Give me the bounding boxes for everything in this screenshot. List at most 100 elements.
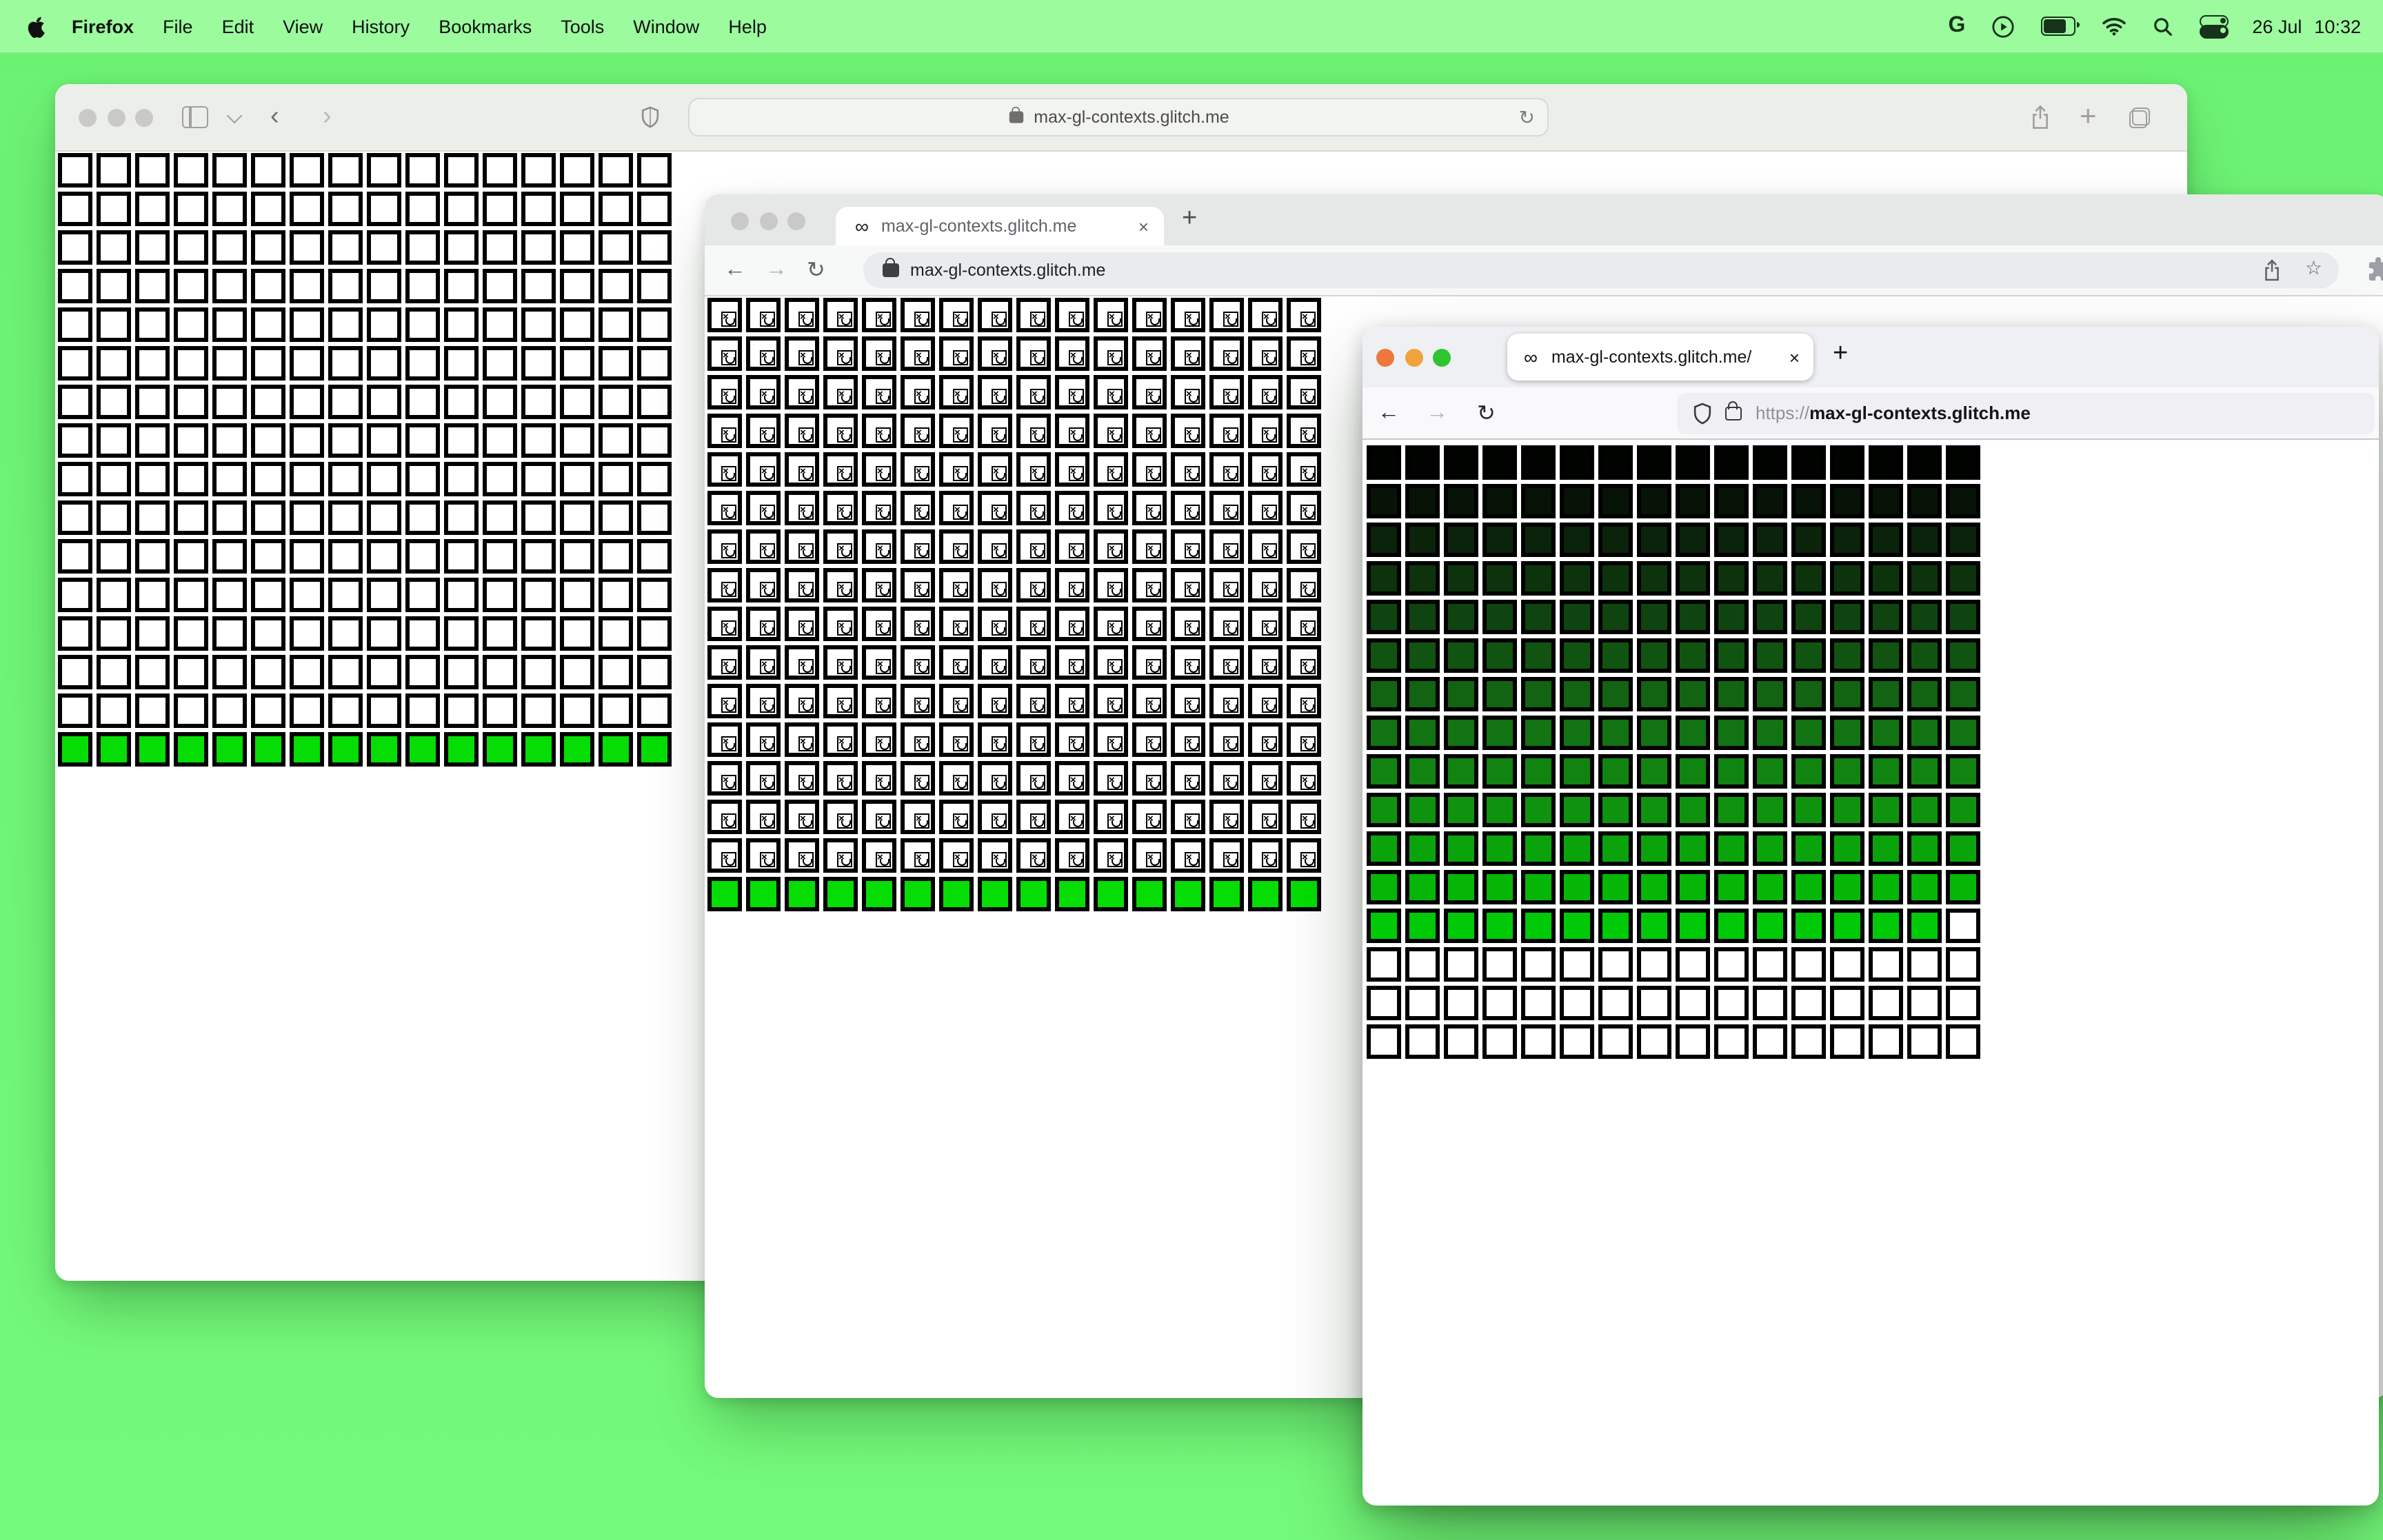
menu-item-window[interactable]: Window — [633, 16, 699, 37]
new-tab-icon[interactable]: + — [2080, 84, 2097, 150]
forward-icon[interactable]: → — [765, 245, 787, 295]
grid-cell — [290, 346, 324, 381]
menu-item-file[interactable]: File — [163, 16, 193, 37]
menu-item-history[interactable]: History — [352, 16, 410, 37]
forward-icon[interactable]: › — [323, 84, 332, 150]
grid-cell: × — [823, 375, 858, 409]
close-button[interactable] — [1376, 348, 1394, 366]
broken-image-icon: × — [914, 464, 929, 481]
grid-cell: × — [707, 298, 742, 332]
chrome-address-bar[interactable]: max-gl-contexts.glitch.me ☆ — [863, 252, 2339, 288]
grid-cell — [1482, 947, 1517, 982]
grid-cell — [1791, 909, 1826, 943]
grid-cell — [444, 616, 479, 651]
grid-cell — [1521, 716, 1556, 750]
back-icon[interactable]: ← — [1378, 387, 1400, 438]
grid-cell: × — [862, 645, 896, 680]
broken-image-icon: × — [1300, 696, 1316, 713]
broken-image-icon: × — [1184, 850, 1200, 867]
grid-cell — [135, 500, 170, 535]
broken-image-icon: × — [759, 850, 775, 867]
wifi-icon[interactable] — [2102, 17, 2126, 36]
grid-cell — [251, 732, 285, 767]
grid-cell — [1791, 484, 1826, 518]
grid-cell — [1907, 638, 1942, 673]
broken-image-icon: × — [1145, 310, 1161, 327]
broken-image-icon: × — [1068, 618, 1084, 636]
zoom-button[interactable] — [1433, 348, 1451, 366]
sidebar-icon[interactable] — [182, 84, 208, 150]
battery-icon[interactable] — [2041, 17, 2080, 36]
menu-item-bookmarks[interactable]: Bookmarks — [439, 16, 532, 37]
grid-cell — [135, 192, 170, 226]
menu-item-tools[interactable]: Tools — [561, 16, 604, 37]
control-center-icon[interactable] — [2200, 14, 2229, 38]
shield-icon[interactable] — [1693, 402, 1711, 424]
grid-cell — [1482, 986, 1517, 1020]
menu-app-name[interactable]: Firefox — [72, 16, 134, 37]
broken-image-icon: × — [1261, 696, 1277, 713]
menu-item-help[interactable]: Help — [728, 16, 767, 37]
google-status-icon[interactable]: G — [1948, 14, 1965, 39]
grid-cell: × — [1132, 298, 1167, 332]
grid-cell — [1753, 484, 1787, 518]
firefox-address-bar[interactable]: https://max-gl-contexts.glitch.me — [1677, 392, 2375, 434]
zoom-button[interactable] — [135, 108, 153, 126]
close-button[interactable] — [79, 108, 97, 126]
tab-overview-icon[interactable] — [2129, 84, 2150, 150]
grid-cell: × — [1132, 452, 1167, 487]
grid-cell — [405, 307, 440, 342]
broken-image-icon: × — [875, 464, 891, 481]
new-tab-button[interactable]: + — [1182, 204, 1197, 234]
minimize-button[interactable] — [1405, 348, 1422, 366]
grid-cell: × — [1248, 568, 1283, 602]
tab-close-icon[interactable]: × — [1138, 216, 1149, 236]
share-icon[interactable] — [2030, 84, 2051, 150]
menu-item-view[interactable]: View — [283, 16, 323, 37]
grid-cell — [174, 346, 208, 381]
grid-cell — [367, 462, 401, 496]
lock-icon[interactable] — [1725, 401, 1742, 420]
firefox-active-tab[interactable]: ∞ max-gl-contexts.glitch.me/ × — [1507, 334, 1813, 381]
menu-item-edit[interactable]: Edit — [222, 16, 254, 37]
back-icon[interactable]: ‹ — [270, 84, 279, 150]
grid-cell — [444, 192, 479, 226]
chrome-active-tab[interactable]: ∞ max-gl-contexts.glitch.me × — [836, 207, 1164, 245]
share-icon[interactable] — [2263, 259, 2281, 281]
grid-cell — [1521, 600, 1556, 634]
grid-cell: × — [862, 414, 896, 448]
grid-cell: × — [1132, 607, 1167, 641]
extensions-puzzle-icon[interactable] — [2365, 256, 2383, 284]
broken-image-icon: × — [1029, 618, 1045, 636]
menu-bar-clock: 26 Jul 10:32 — [2252, 16, 2361, 37]
new-tab-button[interactable]: + — [1833, 339, 1848, 369]
shield-icon[interactable] — [641, 84, 659, 150]
broken-image-icon: × — [952, 850, 968, 867]
chevron-down-icon[interactable] — [226, 84, 243, 150]
zoom-button[interactable] — [787, 212, 805, 230]
reload-icon[interactable]: ↻ — [807, 245, 825, 295]
apple-menu-icon[interactable] — [28, 14, 47, 38]
spotlight-search-icon[interactable] — [2153, 16, 2173, 37]
grid-cell: × — [901, 607, 935, 641]
grid-cell — [290, 423, 324, 458]
reload-icon[interactable]: ↻ — [1477, 387, 1496, 438]
reload-icon[interactable]: ↻ — [1519, 105, 1535, 129]
minimize-button[interactable] — [107, 108, 125, 126]
back-icon[interactable]: ← — [724, 245, 746, 295]
tab-close-icon[interactable]: × — [1789, 347, 1800, 367]
grid-cell — [1405, 831, 1440, 866]
minimize-button[interactable] — [759, 212, 777, 230]
grid-cell — [444, 385, 479, 419]
grid-cell — [599, 153, 633, 188]
forward-icon[interactable]: → — [1426, 387, 1448, 438]
broken-image-icon: × — [914, 541, 929, 558]
broken-image-icon: × — [1300, 618, 1316, 636]
grid-cell — [1521, 1024, 1556, 1059]
broken-image-icon: × — [721, 696, 736, 713]
bookmark-star-icon[interactable]: ☆ — [2305, 256, 2322, 280]
close-button[interactable] — [731, 212, 749, 230]
grid-cell: × — [901, 491, 935, 525]
play-circle-icon[interactable] — [1991, 14, 2015, 38]
safari-address-bar[interactable]: max-gl-contexts.glitch.me ↻ — [688, 98, 1549, 136]
